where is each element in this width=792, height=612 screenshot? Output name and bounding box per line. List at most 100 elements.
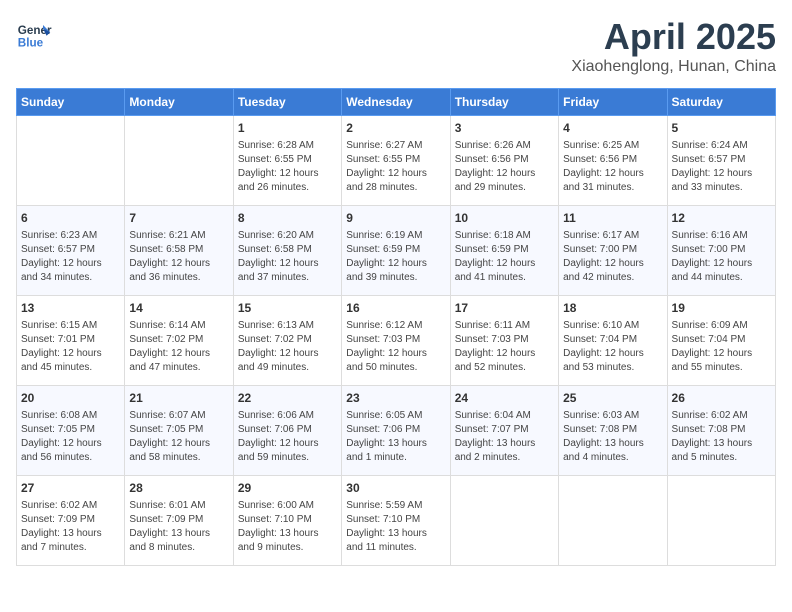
day-number: 17 [455,300,554,317]
calendar-table: SundayMondayTuesdayWednesdayThursdayFrid… [16,88,776,566]
calendar-cell: 17Sunrise: 6:11 AM Sunset: 7:03 PM Dayli… [450,296,558,386]
calendar-cell: 9 Sunrise: 6:19 AM Sunset: 6:59 PM Daylig… [342,206,450,296]
day-info: Sunrise: 6:08 AM Sunset: 7:05 PM Dayligh… [21,409,120,465]
calendar-cell: 3 Sunrise: 6:26 AM Sunset: 6:56 PM Daylig… [450,116,558,206]
day-info: Sunrise: 6:03 AM Sunset: 7:08 PM Dayligh… [563,409,662,465]
day-info: Sunrise: 6:14 AM Sunset: 7:02 PM Dayligh… [129,319,228,375]
calendar-cell: 25Sunrise: 6:03 AM Sunset: 7:08 PM Dayli… [559,386,667,476]
day-number: 22 [238,390,337,407]
day-info: Sunrise: 6:12 AM Sunset: 7:03 PM Dayligh… [346,319,445,375]
day-number: 4 [563,120,662,137]
calendar-cell: 22 Sunrise: 6:06 AM Sunset: 7:06 PM Dayli… [233,386,341,476]
week-row-1: 1 Sunrise: 6:28 AM Sunset: 6:55 PM Daylig… [17,116,776,206]
day-info: Sunrise: 6:05 AM Sunset: 7:06 PM Dayligh… [346,409,445,465]
day-info: Sunrise: 6:28 AM Sunset: 6:55 PM Dayligh… [238,139,337,195]
calendar-cell: 21 Sunrise: 6:07 AM Sunset: 7:05 PM Dayli… [125,386,233,476]
day-info: Sunrise: 6:27 AM Sunset: 6:55 PM Dayligh… [346,139,445,195]
day-number: 16 [346,300,445,317]
calendar-cell [559,476,667,566]
calendar-cell [125,116,233,206]
day-number: 21 [129,390,228,407]
calendar-cell: 10 Sunrise: 6:18 AM Sunset: 6:59 PM Dayli… [450,206,558,296]
day-number: 7 [129,210,228,227]
day-info: Sunrise: 6:07 AM Sunset: 7:05 PM Dayligh… [129,409,228,465]
logo-icon: General Blue [16,16,52,52]
day-info: Sunrise: 6:06 AM Sunset: 7:06 PM Dayligh… [238,409,337,465]
day-number: 12 [672,210,771,227]
weekday-header-sunday: Sunday [17,89,125,116]
day-info: Sunrise: 6:25 AM Sunset: 6:56 PM Dayligh… [563,139,662,195]
weekday-header-monday: Monday [125,89,233,116]
day-info: Sunrise: 6:17 AM Sunset: 7:00 PM Dayligh… [563,229,662,285]
page-header: General Blue April 2025 Xiaohenglong, Hu… [16,16,776,76]
calendar-cell: 26Sunrise: 6:02 AM Sunset: 7:08 PM Dayli… [667,386,775,476]
calendar-cell: 15Sunrise: 6:13 AM Sunset: 7:02 PM Dayli… [233,296,341,386]
day-info: Sunrise: 5:59 AM Sunset: 7:10 PM Dayligh… [346,499,445,555]
title-block: April 2025 Xiaohenglong, Hunan, China [571,16,776,76]
day-number: 10 [455,210,554,227]
calendar-cell: 28Sunrise: 6:01 AM Sunset: 7:09 PM Dayli… [125,476,233,566]
day-info: Sunrise: 6:13 AM Sunset: 7:02 PM Dayligh… [238,319,337,375]
calendar-cell: 13 Sunrise: 6:15 AM Sunset: 7:01 PM Dayli… [17,296,125,386]
day-info: Sunrise: 6:20 AM Sunset: 6:58 PM Dayligh… [238,229,337,285]
day-info: Sunrise: 6:19 AM Sunset: 6:59 PM Dayligh… [346,229,445,285]
day-info: Sunrise: 6:10 AM Sunset: 7:04 PM Dayligh… [563,319,662,375]
calendar-cell: 14 Sunrise: 6:14 AM Sunset: 7:02 PM Dayli… [125,296,233,386]
day-number: 30 [346,480,445,497]
weekday-header-wednesday: Wednesday [342,89,450,116]
day-number: 14 [129,300,228,317]
calendar-cell: 18 Sunrise: 6:10 AM Sunset: 7:04 PM Dayli… [559,296,667,386]
day-number: 29 [238,480,337,497]
day-info: Sunrise: 6:00 AM Sunset: 7:10 PM Dayligh… [238,499,337,555]
logo: General Blue [16,16,52,52]
calendar-cell: 8 Sunrise: 6:20 AM Sunset: 6:58 PM Daylig… [233,206,341,296]
calendar-cell: 23Sunrise: 6:05 AM Sunset: 7:06 PM Dayli… [342,386,450,476]
day-number: 11 [563,210,662,227]
calendar-cell: 4 Sunrise: 6:25 AM Sunset: 6:56 PM Daylig… [559,116,667,206]
calendar-cell: 20 Sunrise: 6:08 AM Sunset: 7:05 PM Dayli… [17,386,125,476]
day-number: 19 [672,300,771,317]
calendar-cell: 24Sunrise: 6:04 AM Sunset: 7:07 PM Dayli… [450,386,558,476]
weekday-header-tuesday: Tuesday [233,89,341,116]
day-number: 1 [238,120,337,137]
calendar-cell [17,116,125,206]
day-info: Sunrise: 6:01 AM Sunset: 7:09 PM Dayligh… [129,499,228,555]
calendar-cell: 29 Sunrise: 6:00 AM Sunset: 7:10 PM Dayli… [233,476,341,566]
calendar-cell: 7 Sunrise: 6:21 AM Sunset: 6:58 PM Daylig… [125,206,233,296]
week-row-3: 13 Sunrise: 6:15 AM Sunset: 7:01 PM Dayli… [17,296,776,386]
day-info: Sunrise: 6:04 AM Sunset: 7:07 PM Dayligh… [455,409,554,465]
location: Xiaohenglong, Hunan, China [571,58,776,76]
day-info: Sunrise: 6:16 AM Sunset: 7:00 PM Dayligh… [672,229,771,285]
day-number: 13 [21,300,120,317]
calendar-cell: 5Sunrise: 6:24 AM Sunset: 6:57 PM Daylig… [667,116,775,206]
day-info: Sunrise: 6:23 AM Sunset: 6:57 PM Dayligh… [21,229,120,285]
week-row-5: 27Sunrise: 6:02 AM Sunset: 7:09 PM Dayli… [17,476,776,566]
weekday-header-row: SundayMondayTuesdayWednesdayThursdayFrid… [17,89,776,116]
day-number: 6 [21,210,120,227]
day-info: Sunrise: 6:26 AM Sunset: 6:56 PM Dayligh… [455,139,554,195]
calendar-cell: 19Sunrise: 6:09 AM Sunset: 7:04 PM Dayli… [667,296,775,386]
week-row-2: 6 Sunrise: 6:23 AM Sunset: 6:57 PM Daylig… [17,206,776,296]
month-title: April 2025 [571,16,776,58]
day-info: Sunrise: 6:15 AM Sunset: 7:01 PM Dayligh… [21,319,120,375]
weekday-header-thursday: Thursday [450,89,558,116]
day-number: 3 [455,120,554,137]
week-row-4: 20 Sunrise: 6:08 AM Sunset: 7:05 PM Dayli… [17,386,776,476]
calendar-cell: 1 Sunrise: 6:28 AM Sunset: 6:55 PM Daylig… [233,116,341,206]
calendar-cell [450,476,558,566]
day-info: Sunrise: 6:02 AM Sunset: 7:08 PM Dayligh… [672,409,771,465]
day-number: 8 [238,210,337,227]
day-info: Sunrise: 6:24 AM Sunset: 6:57 PM Dayligh… [672,139,771,195]
day-info: Sunrise: 6:21 AM Sunset: 6:58 PM Dayligh… [129,229,228,285]
day-number: 27 [21,480,120,497]
day-info: Sunrise: 6:18 AM Sunset: 6:59 PM Dayligh… [455,229,554,285]
calendar-cell: 30 Sunrise: 5:59 AM Sunset: 7:10 PM Dayli… [342,476,450,566]
day-number: 2 [346,120,445,137]
calendar-cell: 12 Sunrise: 6:16 AM Sunset: 7:00 PM Dayli… [667,206,775,296]
weekday-header-saturday: Saturday [667,89,775,116]
day-number: 18 [563,300,662,317]
day-number: 20 [21,390,120,407]
calendar-cell: 2 Sunrise: 6:27 AM Sunset: 6:55 PM Daylig… [342,116,450,206]
calendar-cell: 27Sunrise: 6:02 AM Sunset: 7:09 PM Dayli… [17,476,125,566]
day-number: 9 [346,210,445,227]
